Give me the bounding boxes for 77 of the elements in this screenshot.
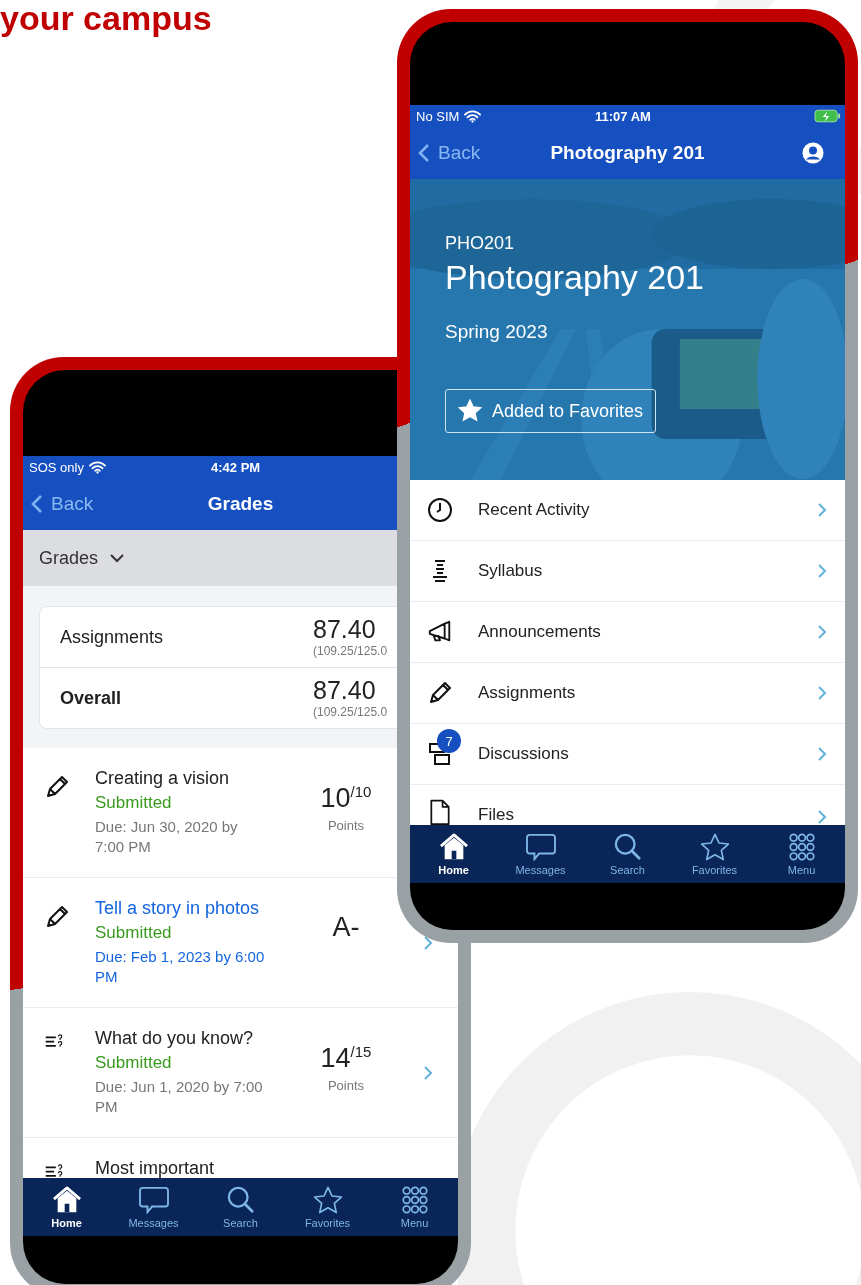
course-term: Spring 2023 (445, 321, 548, 343)
file-icon (427, 799, 453, 825)
screen-title: Photography 201 (550, 142, 705, 164)
tab-item[interactable]: Search (197, 1178, 284, 1236)
course-section-row[interactable]: Files (410, 785, 845, 825)
wifi-icon (464, 109, 482, 123)
screen-title: Grades (207, 493, 274, 515)
points-label: Points (327, 818, 365, 833)
chat-bubble-icon (137, 1185, 170, 1214)
chevron-icon (817, 746, 827, 762)
pencil-icon (44, 774, 70, 800)
tab-item[interactable]: Favorites (671, 825, 758, 883)
grade-label: Overall (60, 687, 123, 709)
grade-percent: 87.40 (313, 616, 376, 644)
score: 14$^{/15}$ (320, 1044, 372, 1072)
status-label: Submitted (95, 923, 173, 943)
tab-item[interactable]: Messages (497, 825, 584, 883)
chevron-icon (817, 809, 827, 825)
course-section-row[interactable]: Syllabus (410, 541, 845, 602)
course-section-row[interactable]: Assignments (410, 663, 845, 724)
grade-label: Assignments (60, 626, 165, 648)
chevron-down-icon (110, 553, 125, 563)
tab-item[interactable]: Home (23, 1178, 110, 1236)
course-section-row[interactable]: Recent Activity (410, 480, 845, 541)
status-label: Submitted (95, 1053, 173, 1073)
pencil-icon (44, 904, 70, 930)
wifi-icon (88, 460, 106, 474)
grades-dropdown[interactable]: Grades (39, 547, 125, 569)
course-code: PHO201 (445, 233, 515, 254)
star-icon (458, 399, 482, 423)
favorite-button[interactable]: Added to Favorites (445, 389, 657, 433)
back-button[interactable]: Back (410, 142, 487, 164)
chevron-icon (817, 502, 827, 518)
course-section-row[interactable]: 7 Discussions (410, 724, 845, 785)
tab-item[interactable]: Favorites (284, 1178, 371, 1236)
tab-item[interactable]: Home (410, 825, 497, 883)
status-time: 11:07 AM (595, 108, 651, 124)
grade-points: (109.25/125.0 (313, 704, 388, 719)
tab-item[interactable]: Menu (371, 1178, 458, 1236)
score: 10$^{/10}$ (320, 784, 372, 812)
chevron-icon (817, 685, 827, 701)
course-section-row[interactable]: Announcements (410, 602, 845, 663)
points-label: Points (327, 1078, 365, 1093)
grade-points: (109.25/125.0 (313, 643, 388, 658)
star-icon (698, 832, 731, 861)
tab-item[interactable]: Search (584, 825, 671, 883)
due-date: Due: Feb 1, 2023 by 6:00 PM (95, 947, 266, 988)
home-icon (437, 832, 470, 861)
clock-icon (427, 497, 453, 523)
score: A- (332, 914, 360, 941)
chat-bubble-icon (524, 832, 557, 861)
assignment-title: Most important (95, 1158, 216, 1178)
carrier-label: No SIM (416, 108, 460, 124)
star-icon (311, 1185, 344, 1214)
carrier-label: SOS only (29, 459, 84, 475)
profile-icon[interactable] (802, 142, 824, 164)
count-badge: 7 (437, 729, 461, 753)
assignment-title: Creating a vision (95, 768, 231, 789)
home-icon (50, 1185, 83, 1214)
tab-item[interactable]: Menu (758, 825, 845, 883)
pencil-icon (427, 680, 453, 706)
assignment-title: What do you know? (95, 1028, 255, 1049)
back-chevron-icon (31, 494, 43, 514)
tab-item[interactable]: Messages (110, 1178, 197, 1236)
course-title: Photography 201 (445, 258, 704, 297)
assignment-title[interactable]: Tell a story in photos (95, 898, 301, 919)
due-date: Due: Jun 30, 2020 by 7:00 PM (95, 817, 239, 858)
back-chevron-icon (418, 143, 430, 163)
back-button[interactable]: Back (23, 493, 100, 515)
chevron-icon (817, 624, 827, 640)
status-label: Submitted (95, 793, 173, 813)
grade-percent: 87.40 (313, 677, 376, 705)
battery-charging-icon (814, 109, 841, 123)
headline: your campus (0, 0, 212, 38)
status-time: 4:42 PM (211, 459, 261, 475)
due-date: Due: Jun 1, 2020 by 7:00 PM (95, 1077, 264, 1118)
chevron-icon (817, 563, 827, 579)
